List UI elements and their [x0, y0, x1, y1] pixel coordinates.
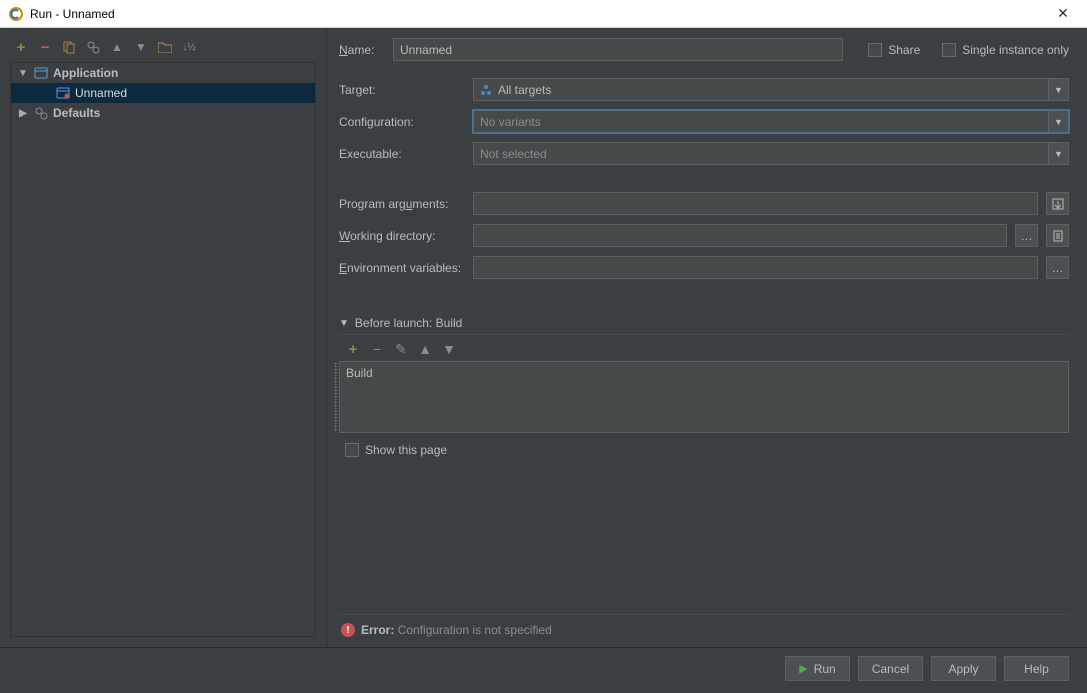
chevron-down-icon: ▼ — [1048, 111, 1068, 132]
target-value: All targets — [498, 83, 551, 97]
target-icon — [480, 84, 492, 96]
configuration-label: Configuration: — [339, 115, 465, 129]
edit-task-icon[interactable]: ✎ — [393, 341, 409, 357]
checkbox-box-icon — [868, 43, 882, 57]
share-label: Share — [888, 43, 920, 57]
run-button[interactable]: ▶ Run — [785, 656, 850, 681]
insert-macro-button[interactable] — [1046, 224, 1069, 247]
tree-item-unnamed[interactable]: Unnamed — [11, 83, 315, 103]
application-group-icon — [33, 65, 49, 81]
app-icon — [8, 6, 24, 22]
add-icon[interactable]: + — [12, 38, 30, 56]
working-dir-input[interactable] — [473, 224, 1007, 247]
remove-task-icon[interactable]: − — [369, 341, 385, 357]
before-launch-item[interactable]: Build — [346, 366, 1062, 380]
error-label: Error: — [361, 623, 394, 637]
titlebar: Run - Unnamed ✕ — [0, 0, 1087, 28]
program-args-input[interactable] — [473, 192, 1038, 215]
help-button[interactable]: Help — [1004, 656, 1069, 681]
tree-item-label: Unnamed — [75, 86, 127, 100]
before-launch-toolbar: + − ✎ ▲ ▼ — [339, 335, 1069, 361]
add-task-icon[interactable]: + — [345, 341, 361, 357]
single-instance-checkbox[interactable]: Single instance only — [942, 43, 1069, 57]
dialog-footer: ▶ Run Cancel Apply Help — [0, 647, 1087, 693]
copy-icon[interactable] — [60, 38, 78, 56]
expand-arrow-icon: ▼ — [17, 68, 29, 79]
tree-group-label: Application — [53, 66, 118, 80]
apply-label: Apply — [948, 662, 978, 676]
before-launch-list[interactable]: Build — [339, 361, 1069, 433]
browse-dir-button[interactable]: … — [1015, 224, 1038, 247]
name-input[interactable] — [393, 38, 843, 61]
checkbox-box-icon — [942, 43, 956, 57]
move-down-icon[interactable]: ▼ — [132, 38, 150, 56]
executable-dropdown[interactable]: Not selected ▼ — [473, 142, 1069, 165]
sort-icon[interactable]: ↓½ — [180, 38, 198, 56]
status-bar: ! Error: Configuration is not specified — [339, 614, 1069, 647]
play-icon: ▶ — [799, 662, 807, 675]
tree-group-label: Defaults — [53, 106, 100, 120]
cancel-label: Cancel — [872, 662, 909, 676]
defaults-group-icon — [33, 105, 49, 121]
edit-env-button[interactable]: … — [1046, 256, 1069, 279]
form-panel: Name: Share Single instance only Target:… — [327, 28, 1087, 647]
working-dir-label: Working directory: — [339, 229, 465, 243]
help-label: Help — [1024, 662, 1049, 676]
env-vars-input[interactable] — [473, 256, 1038, 279]
run-button-label: Run — [814, 662, 836, 676]
apply-button[interactable]: Apply — [931, 656, 996, 681]
single-instance-label: Single instance only — [962, 43, 1069, 57]
folder-icon[interactable] — [156, 38, 174, 56]
share-checkbox[interactable]: Share — [868, 43, 920, 57]
chevron-down-icon: ▼ — [1048, 79, 1068, 100]
env-vars-label: Environment variables: — [339, 261, 465, 275]
config-tree[interactable]: ▼ Application Unnamed ▶ Defaults — [10, 62, 316, 637]
error-message: Configuration is not specified — [398, 623, 552, 637]
show-page-checkbox[interactable]: Show this page — [345, 443, 447, 457]
target-label: Target: — [339, 83, 465, 97]
move-up-icon[interactable]: ▲ — [108, 38, 126, 56]
before-launch-header[interactable]: ▼ Before launch: Build — [339, 316, 1069, 335]
tree-group-defaults[interactable]: ▶ Defaults — [11, 103, 315, 123]
section-arrow-icon: ▼ — [339, 318, 349, 329]
move-task-up-icon[interactable]: ▲ — [417, 341, 433, 357]
name-label: Name: — [339, 43, 385, 57]
executable-label: Executable: — [339, 147, 465, 161]
checkbox-box-icon — [345, 443, 359, 457]
remove-icon[interactable]: − — [36, 38, 54, 56]
move-task-down-icon[interactable]: ▼ — [441, 341, 457, 357]
main-area: + − ▲ ▼ ↓½ ▼ Application — [0, 28, 1087, 647]
collapse-arrow-icon: ▶ — [17, 108, 29, 119]
run-config-icon — [55, 85, 71, 101]
sidebar-toolbar: + − ▲ ▼ ↓½ — [10, 34, 316, 62]
window-close-button[interactable]: ✕ — [1047, 0, 1079, 28]
configuration-dropdown[interactable]: No variants ▼ — [473, 110, 1069, 133]
program-args-label: Program arguments: — [339, 197, 465, 211]
settings-icon[interactable] — [84, 38, 102, 56]
tree-group-application[interactable]: ▼ Application — [11, 63, 315, 83]
window-title: Run - Unnamed — [30, 7, 1047, 21]
target-dropdown[interactable]: All targets ▼ — [473, 78, 1069, 101]
error-icon: ! — [341, 623, 355, 637]
cancel-button[interactable]: Cancel — [858, 656, 923, 681]
sidebar: + − ▲ ▼ ↓½ ▼ Application — [0, 28, 327, 647]
show-page-label: Show this page — [365, 443, 447, 457]
before-launch-title: Before launch: Build — [355, 316, 462, 330]
expand-args-button[interactable] — [1046, 192, 1069, 215]
configuration-value: No variants — [480, 115, 541, 129]
executable-value: Not selected — [480, 147, 547, 161]
chevron-down-icon: ▼ — [1048, 143, 1068, 164]
